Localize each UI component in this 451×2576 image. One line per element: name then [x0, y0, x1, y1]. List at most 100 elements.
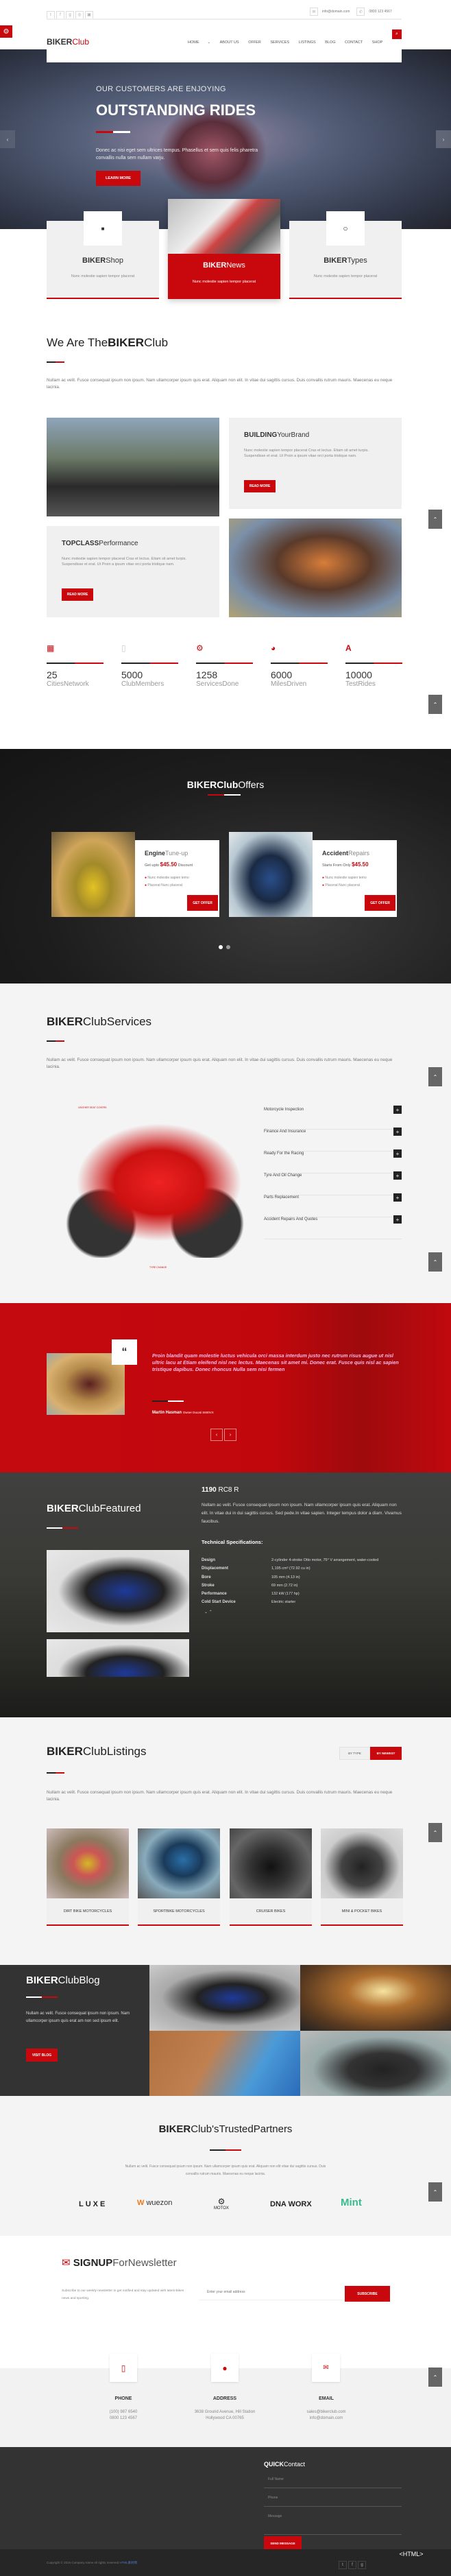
spec-scroll-arrows[interactable]: ⌄ ⌃ — [204, 1610, 212, 1614]
feature-card-types[interactable]: ○ BIKERTypes Nunc molestie sapien tempor… — [289, 211, 402, 299]
testimonial-prev-button[interactable]: ‹ — [210, 1429, 223, 1441]
nav-item-contact[interactable]: CONTACT — [345, 40, 363, 45]
contact-address: ADDRESS 3638 Ground Avenue, Hill Station H… — [194, 2396, 256, 2420]
logo[interactable]: BIKERClub — [47, 37, 89, 47]
envelope-icon: ✉ — [312, 2354, 340, 2382]
service-item[interactable]: Accident Repairs And Quotes + — [264, 1215, 402, 1239]
callout-tyre-label: TYRE CHANGE — [149, 1266, 167, 1269]
hero-kicker: OUR CUSTOMERS ARE ENJOYING — [96, 85, 226, 93]
types-icon: ○ — [326, 211, 365, 246]
scroll-to-top-button[interactable]: ⌃ — [428, 1252, 442, 1272]
google-plus-icon[interactable]: g — [358, 2561, 366, 2569]
services-section: BIKERClubServices Nullam ac velit. Fusce… — [0, 983, 451, 1303]
read-more-button[interactable]: READ MORE — [62, 588, 93, 601]
service-item[interactable]: Ready For the Racing + — [264, 1149, 402, 1173]
stat-item: A 10000 TestRides — [345, 643, 402, 688]
get-offer-button[interactable]: GET OFFER — [365, 895, 395, 911]
map-pin-icon: ● — [322, 876, 325, 880]
full-name-input[interactable]: Full Name — [264, 2474, 402, 2488]
blog-image[interactable] — [300, 1965, 451, 2031]
listing-card[interactable]: CRUISER BIKES — [230, 1828, 312, 1926]
contact-phone: PHONE (100) 987 6540 0800 123 4567 — [109, 2396, 138, 2420]
twitter-icon[interactable]: t — [339, 2561, 347, 2569]
blog-image[interactable] — [149, 2031, 300, 2096]
nav-item-services[interactable]: SERVICES — [270, 40, 289, 45]
testimonial-next-button[interactable]: › — [224, 1429, 236, 1441]
map-pin-icon: ● — [145, 876, 147, 880]
plus-icon: + — [393, 1106, 402, 1114]
testimonial-quote: Proin blandit quam molestie luctus vehic… — [152, 1352, 399, 1372]
slider-next-button[interactable]: › — [436, 130, 451, 148]
speedometer-icon: ◕ — [271, 643, 276, 653]
about-title: We Are TheBIKERClub — [47, 336, 169, 349]
blog-image[interactable] — [300, 2031, 451, 2096]
newsletter-section: ✉ SIGNUPForNewsletter Subscribe to our w… — [0, 2236, 451, 2370]
building-brand-box: BUILDINGYourBrand Nunc molestie sapien t… — [229, 418, 402, 509]
listing-card[interactable]: DIRT BIKE MOTORCYCLES — [47, 1828, 129, 1926]
send-message-button[interactable]: SEND MESSAGE — [264, 2536, 302, 2550]
search-button[interactable]: ⌕ — [392, 29, 402, 39]
message-textarea[interactable]: Message — [264, 2512, 402, 2535]
offer-image — [51, 832, 135, 917]
partner-logo-mint: Mint — [341, 2197, 362, 2208]
facebook-icon[interactable]: f — [348, 2561, 356, 2569]
blog-image[interactable] — [149, 1965, 300, 2031]
featured-section: BIKERClubFeatured 1190 RC8 R Nullam ac v… — [0, 1472, 451, 1717]
learn-more-button[interactable]: LEARN MORE — [96, 171, 141, 186]
phone-input[interactable]: Phone — [264, 2493, 402, 2507]
plus-icon: + — [393, 1149, 402, 1158]
top-bar: t f g ◎ ▣ ✉ info@domain.com ✆ 0800 123 4567 — [0, 0, 451, 21]
scroll-to-top-button[interactable]: ⌃ — [428, 1823, 442, 1842]
dribbble-icon[interactable]: ◎ — [75, 10, 84, 19]
gear-icon: ⚙ — [196, 643, 204, 653]
callout-seat-label: LEATHER SEAT COVERS — [78, 1106, 107, 1109]
topclass-box: TOPCLASSPerformance Nunc molestie sapien… — [47, 526, 219, 617]
instagram-icon[interactable]: ▣ — [85, 10, 93, 19]
nav-item-offer[interactable]: OFFER — [248, 40, 261, 45]
visit-blog-button[interactable]: VISIT BLOG — [26, 2049, 58, 2062]
phone-icon: ✆ — [356, 8, 365, 16]
plus-icon: + — [393, 1171, 402, 1180]
settings-gear-icon[interactable]: ⚙ — [0, 25, 12, 38]
scroll-to-top-button[interactable]: ⌃ — [428, 1067, 442, 1086]
hero-title: OUTSTANDING RIDES — [96, 102, 256, 119]
mobile-icon: ▯ — [121, 643, 126, 653]
service-item[interactable]: Motorcycle Inspection + — [264, 1106, 402, 1130]
listing-card[interactable]: MINI & POCKET BIKES — [321, 1828, 403, 1926]
get-offer-button[interactable]: GET OFFER — [187, 895, 218, 911]
scroll-to-top-button[interactable]: ⌃ — [428, 695, 442, 714]
nav-item-home[interactable]: HOME — [188, 40, 199, 45]
scroll-to-top-button[interactable]: ⌃ — [428, 510, 442, 529]
news-motorcycle-image — [168, 199, 280, 254]
feature-card-shop[interactable]: ■ BIKERShop Nunc molestie sapien tempor … — [47, 211, 159, 299]
partners-section: BIKERClub'sTrustedPartners Nullam ac vel… — [0, 2096, 451, 2236]
plus-icon: + — [393, 1193, 402, 1202]
footer-link[interactable]: HTML素材网 — [119, 2561, 137, 2564]
map-pin-icon: ● — [211, 2354, 239, 2382]
carousel-dot[interactable] — [226, 945, 230, 949]
filter-by-type-button[interactable]: BY TYPE — [339, 1747, 370, 1760]
service-item[interactable]: Parts Replacement + — [264, 1193, 402, 1217]
listing-card[interactable]: SPORTBIKE MOTORCYCLES — [138, 1828, 220, 1926]
nav-item-shop[interactable]: SHOP — [372, 40, 383, 45]
featured-bike-thumb[interactable] — [47, 1639, 189, 1677]
service-item[interactable]: Tyre And Oil Change + — [264, 1171, 402, 1195]
plus-icon: + — [393, 1215, 402, 1224]
partner-logo-motox: ⚙ MOTOX — [214, 2197, 229, 2210]
map-pin-icon: ● — [145, 883, 147, 887]
subscribe-button[interactable]: SUBSCRIBE — [345, 2286, 390, 2302]
nav-item-listings[interactable]: LISTINGS — [299, 40, 316, 45]
scroll-to-top-button[interactable]: ⌃ — [428, 2368, 442, 2387]
read-more-button[interactable]: READ MORE — [244, 480, 276, 492]
feature-card-news[interactable]: BIKERNews Nunc molestie sapien tempor pl… — [168, 199, 280, 299]
nav-item-about[interactable]: ABOUT US — [220, 40, 239, 45]
nav-item-blog[interactable]: BLOG — [325, 40, 335, 45]
service-item[interactable]: Finance And Insurance + — [264, 1128, 402, 1152]
offer-image — [229, 832, 313, 917]
scroll-to-top-button[interactable]: ⌃ — [428, 2182, 442, 2202]
filter-by-newest-button[interactable]: BY NEWEST — [370, 1747, 402, 1760]
carousel-dot-active[interactable] — [219, 945, 223, 949]
newsletter-email-input[interactable] — [199, 2284, 345, 2300]
topbar-email[interactable]: info@domain.com — [322, 10, 350, 14]
slider-prev-button[interactable]: ‹ — [0, 130, 15, 148]
